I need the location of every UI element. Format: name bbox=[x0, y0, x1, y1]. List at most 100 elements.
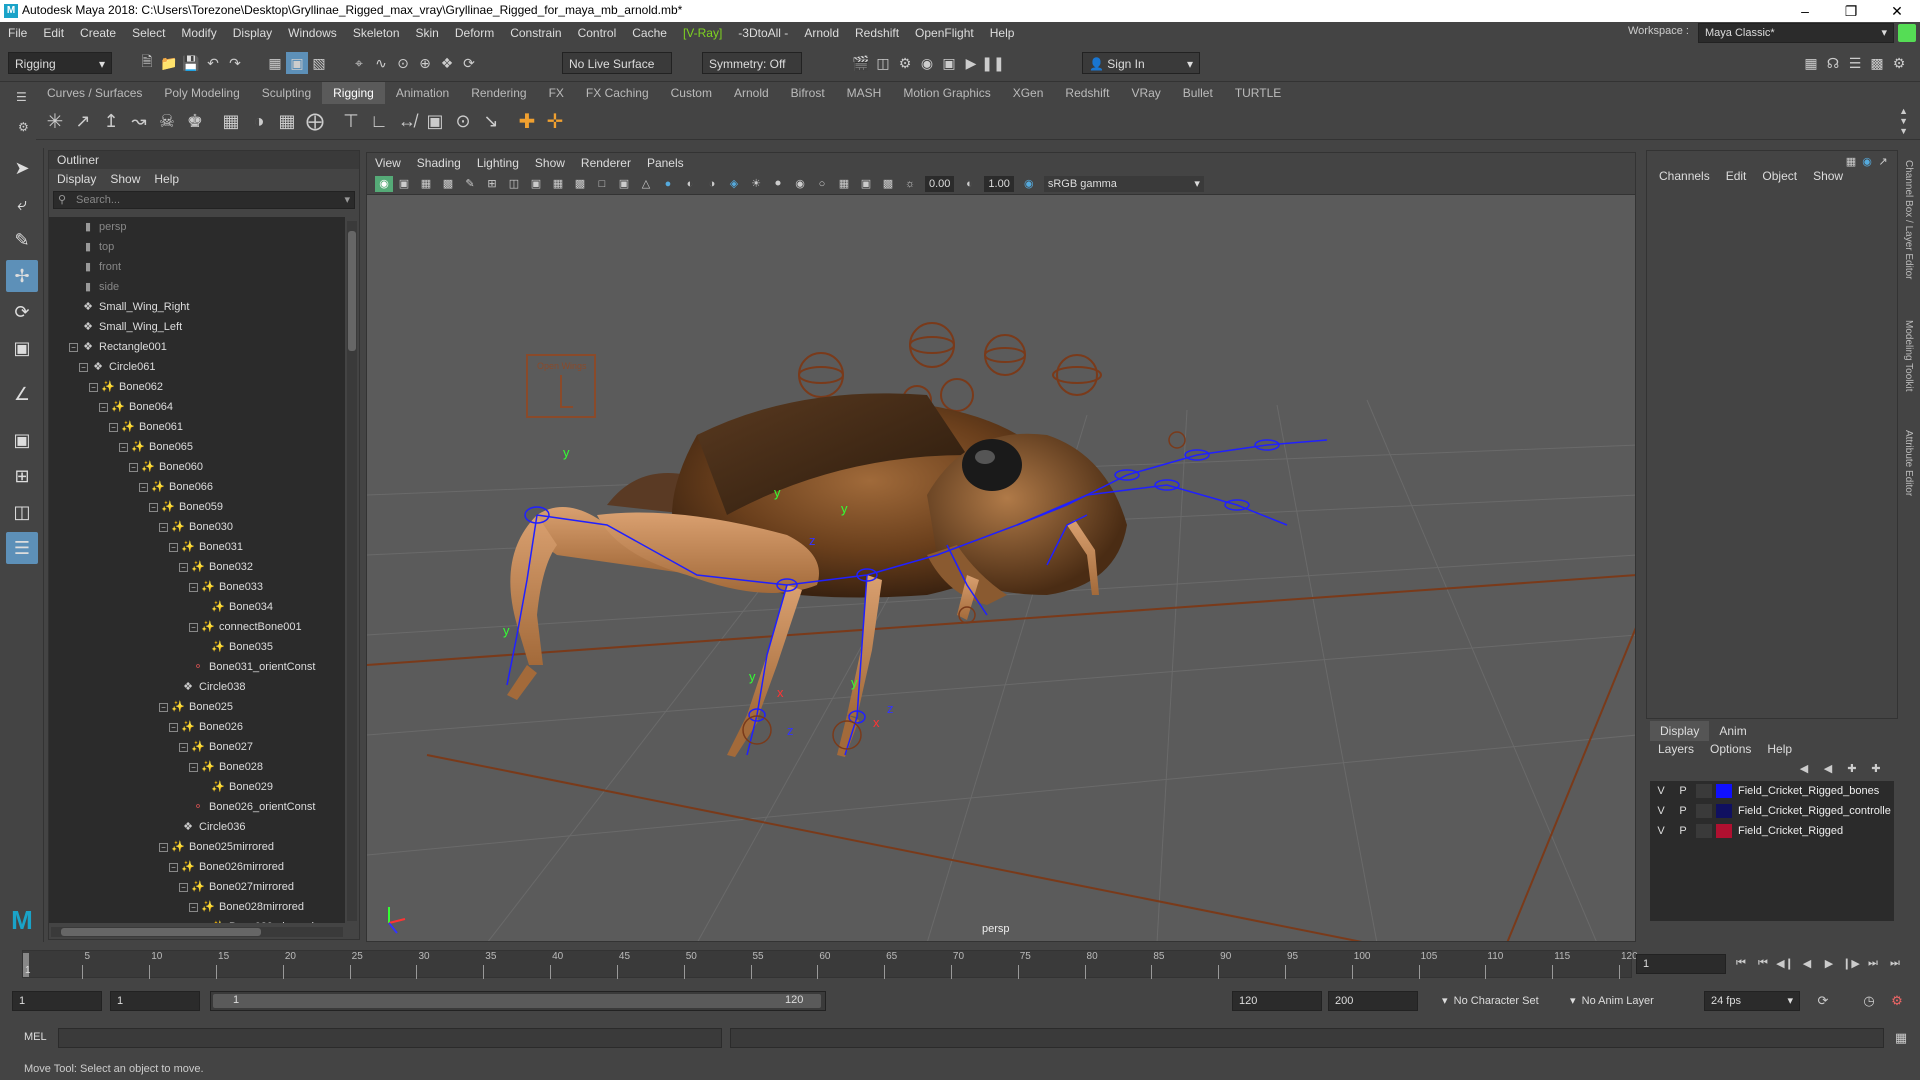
viewport-menu-renderer[interactable]: Renderer bbox=[581, 153, 631, 173]
expand-toggle-icon[interactable]: − bbox=[99, 403, 108, 412]
shelf-menu-icon[interactable]: ☰ bbox=[16, 90, 27, 104]
gate-mask-icon[interactable]: ▦ bbox=[547, 173, 569, 195]
outliner-item[interactable]: − ✨ Bone028mirrored bbox=[49, 897, 345, 917]
menu-select[interactable]: Select bbox=[124, 22, 173, 44]
paint-select-icon[interactable]: ✎ bbox=[6, 224, 38, 256]
snap-live-icon[interactable]: ⟳ bbox=[458, 52, 480, 74]
menu-display[interactable]: Display bbox=[225, 22, 280, 44]
ipr-render-icon[interactable]: ▣ bbox=[938, 52, 960, 74]
menu-windows[interactable]: Windows bbox=[280, 22, 345, 44]
safe-title-icon[interactable]: ▣ bbox=[613, 173, 635, 195]
new-layer-selected-icon[interactable]: ✚ bbox=[1864, 759, 1888, 777]
snap-view-icon[interactable]: ⊕ bbox=[414, 52, 436, 74]
character-controls-icon[interactable]: ☊ bbox=[1822, 52, 1844, 74]
menu-create[interactable]: Create bbox=[72, 22, 124, 44]
outliner-vertical-scrollbar[interactable] bbox=[347, 221, 357, 921]
paint-weights-icon[interactable]: ◑ bbox=[248, 111, 270, 133]
expand-toggle-icon[interactable]: − bbox=[189, 903, 198, 912]
motion-blur-icon[interactable]: ◉ bbox=[789, 173, 811, 195]
outliner-menu-help[interactable]: Help bbox=[154, 169, 179, 189]
layer-playback-toggle[interactable]: P bbox=[1672, 785, 1694, 797]
current-frame-field[interactable]: 1 bbox=[1636, 954, 1726, 974]
outliner-item[interactable]: − ✨ Bone027mirrored bbox=[49, 877, 345, 897]
outliner-item[interactable]: − ✨ Bone026 bbox=[49, 717, 345, 737]
viewport-menu-panels[interactable]: Panels bbox=[647, 153, 684, 173]
layer-visibility-toggle[interactable]: V bbox=[1650, 825, 1672, 837]
outliner-item[interactable]: ❖ Small_Wing_Left bbox=[49, 317, 345, 337]
outliner-item[interactable]: − ✨ Bone059 bbox=[49, 497, 345, 517]
textured-icon[interactable]: ◑ bbox=[701, 173, 723, 195]
gamma-icon[interactable]: ◐ bbox=[958, 173, 980, 195]
exposure-field[interactable]: 0.00 bbox=[925, 175, 955, 192]
layer-display-type-toggle[interactable] bbox=[1696, 804, 1712, 818]
lock-icon[interactable] bbox=[1898, 24, 1916, 42]
shelf-tab-fx[interactable]: FX bbox=[538, 82, 575, 104]
menu-3dtoall[interactable]: -3DtoAll - bbox=[730, 22, 796, 44]
go-to-start-icon[interactable]: ⏮ bbox=[1730, 952, 1752, 974]
four-view-icon[interactable]: ⊞ bbox=[6, 460, 38, 492]
step-forward-key-icon[interactable]: ⏭ bbox=[1862, 952, 1884, 974]
color-management-icon[interactable]: ◉ bbox=[1018, 173, 1040, 195]
render-view-icon[interactable]: ◫ bbox=[872, 52, 894, 74]
outliner-layout-icon[interactable]: ☰ bbox=[6, 532, 38, 564]
channel-box-menu-channels[interactable]: Channels bbox=[1659, 161, 1710, 191]
outliner-item[interactable]: ✨ Bone035 bbox=[49, 637, 345, 657]
play-forwards-icon[interactable]: ▶ bbox=[1818, 952, 1840, 974]
ambient-occlusion-icon[interactable]: ⚫ bbox=[767, 173, 789, 195]
layer-playback-toggle[interactable]: P bbox=[1672, 805, 1694, 817]
viewport-menu-shading[interactable]: Shading bbox=[417, 153, 461, 173]
expand-toggle-icon[interactable]: − bbox=[109, 423, 118, 432]
camera-attr-icon[interactable]: ▣ bbox=[393, 173, 415, 195]
menu-deform[interactable]: Deform bbox=[447, 22, 502, 44]
scroll-thumb[interactable] bbox=[61, 928, 261, 936]
outliner-item[interactable]: − ✨ Bone064 bbox=[49, 397, 345, 417]
image-plane-icon[interactable]: ▩ bbox=[437, 173, 459, 195]
channel-box-float-icon[interactable]: ↗ bbox=[1875, 153, 1891, 169]
menu-edit[interactable]: Edit bbox=[35, 22, 72, 44]
step-forward-frame-icon[interactable]: ❙▶ bbox=[1840, 952, 1862, 974]
expand-toggle-icon[interactable]: − bbox=[179, 743, 188, 752]
layer-display-type-toggle[interactable] bbox=[1696, 784, 1712, 798]
field-chart-icon[interactable]: ▩ bbox=[569, 173, 591, 195]
expand-toggle-icon[interactable]: − bbox=[169, 863, 178, 872]
select-component-icon[interactable]: ▧ bbox=[308, 52, 330, 74]
attribute-editor-icon[interactable]: ☰ bbox=[1844, 52, 1866, 74]
outliner-item[interactable]: ▮ side bbox=[49, 277, 345, 297]
aim-constraint-icon[interactable]: ▣ bbox=[424, 111, 446, 133]
range-slider-handle[interactable] bbox=[213, 994, 821, 1008]
undo-icon[interactable]: ↶ bbox=[202, 52, 224, 74]
side-tab-modeling-toolkit[interactable]: Modeling Toolkit bbox=[1903, 320, 1914, 392]
create-joints-icon[interactable]: ✳ bbox=[44, 111, 66, 133]
outliner-item[interactable]: ✨ Bone034 bbox=[49, 597, 345, 617]
shelf-tab-rigging[interactable]: Rigging bbox=[322, 82, 385, 104]
outliner-item[interactable]: − ✨ Bone031 bbox=[49, 537, 345, 557]
film-gate-icon[interactable]: ◫ bbox=[503, 173, 525, 195]
layer-color-swatch[interactable] bbox=[1716, 804, 1732, 818]
outliner-item[interactable]: − ✨ Bone030 bbox=[49, 517, 345, 537]
ik-handle-icon[interactable]: ⊤ bbox=[340, 111, 362, 133]
snap-surface-icon[interactable]: ❖ bbox=[436, 52, 458, 74]
cluster-icon[interactable]: ⨁ bbox=[304, 111, 326, 133]
point-constraint-icon[interactable]: ↮ bbox=[396, 111, 418, 133]
resolution-gate-icon[interactable]: ▣ bbox=[525, 173, 547, 195]
new-layer-icon[interactable]: ✚ bbox=[1840, 759, 1864, 777]
outliner-search-input[interactable]: ⚲ Search... ▾ bbox=[53, 191, 355, 209]
layer-display-type-toggle[interactable] bbox=[1696, 824, 1712, 838]
vray-render-icon[interactable]: ▶ bbox=[960, 52, 982, 74]
wireframe-on-shaded-icon[interactable]: ◐ bbox=[679, 173, 701, 195]
outliner-item[interactable]: − ✨ Bone025mirrored bbox=[49, 837, 345, 857]
hypershade-icon[interactable]: ◉ bbox=[916, 52, 938, 74]
close-button[interactable]: ✕ bbox=[1874, 0, 1920, 22]
single-perspective-icon[interactable]: ▣ bbox=[6, 424, 38, 456]
shelf-settings-icon[interactable]: ⚙ bbox=[18, 120, 29, 134]
playback-end-field[interactable]: 120 bbox=[1232, 991, 1322, 1011]
character-set-dropdown[interactable]: ▾ No Character Set bbox=[1442, 994, 1539, 1007]
menu-redshift[interactable]: Redshift bbox=[847, 22, 907, 44]
expand-toggle-icon[interactable]: − bbox=[189, 583, 198, 592]
layer-visibility-toggle[interactable]: V bbox=[1650, 785, 1672, 797]
scroll-thumb[interactable] bbox=[348, 231, 356, 351]
mirror-joint-icon[interactable]: ↥ bbox=[100, 111, 122, 133]
outliner-item[interactable]: ❖ Circle036 bbox=[49, 817, 345, 837]
shelf-tab-poly-modeling[interactable]: Poly Modeling bbox=[153, 82, 250, 104]
select-tool-icon[interactable]: ➤ bbox=[6, 152, 38, 184]
